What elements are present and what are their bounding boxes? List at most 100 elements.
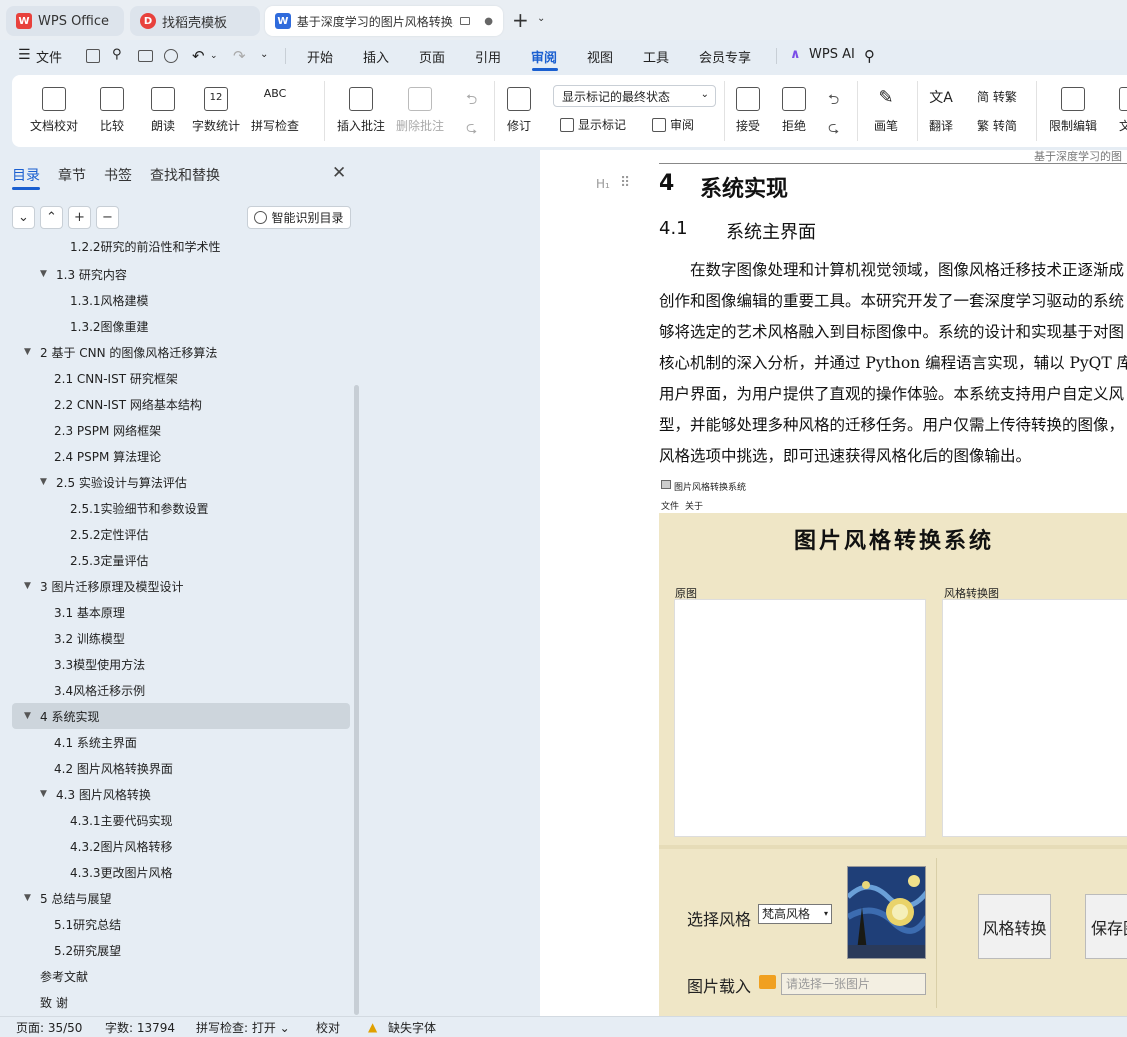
insert-comment-button[interactable]: 插入批注 (337, 87, 385, 134)
show-markup-button[interactable]: 显示标记 (560, 116, 626, 133)
menu-membership[interactable]: 会员专享 (699, 47, 751, 66)
expand-triangle-icon[interactable]: ▼ (40, 477, 52, 487)
toc-item[interactable]: 4.3.2图片风格转移 (12, 833, 350, 859)
prev-change-icon[interactable]: ⮌ (828, 89, 839, 113)
toc-item[interactable]: 3.2 训练模型 (12, 625, 350, 651)
next-change-icon[interactable]: ⮎ (828, 117, 839, 141)
menu-review[interactable]: 审阅 (531, 47, 557, 66)
accept-button[interactable]: 接受 (736, 87, 760, 134)
menu-page[interactable]: 页面 (419, 47, 445, 66)
remove-heading-button[interactable]: − (96, 206, 119, 229)
tab-toc[interactable]: 目录 (12, 165, 40, 185)
tab-find-replace[interactable]: 查找和替换 (150, 165, 220, 185)
toc-item[interactable]: 2.5.2定性评估 (12, 521, 350, 547)
reject-button[interactable]: 拒绝 (782, 87, 806, 134)
toc-item[interactable]: 1.3.1风格建模 (12, 287, 350, 313)
hamburger-icon[interactable]: ☰ (18, 47, 31, 63)
missing-font-status[interactable]: 缺失字体 (388, 1019, 436, 1036)
expand-triangle-icon[interactable]: ▼ (24, 711, 36, 721)
delete-comment-button[interactable]: 删除批注 (396, 87, 444, 134)
close-icon[interactable]: ✕ (332, 163, 346, 183)
tab-chapters[interactable]: 章节 (58, 165, 86, 185)
search-icon[interactable]: ⚲ (864, 47, 875, 65)
toc-item[interactable]: 5.1研究总结 (12, 911, 350, 937)
print-preview-icon[interactable] (164, 49, 178, 63)
undo-icon[interactable]: ↶ (192, 47, 205, 65)
toc-item[interactable]: 2.5.3定量评估 (12, 547, 350, 573)
doc-permission-button[interactable]: 文档 (1111, 87, 1127, 134)
menu-home[interactable]: 开始 (307, 47, 333, 66)
toc-item[interactable]: 4.3.1主要代码实现 (12, 807, 350, 833)
tab-wps-office[interactable]: W WPS Office (6, 6, 124, 36)
compare-button[interactable]: 比较 (100, 87, 124, 134)
save-icon[interactable] (86, 49, 100, 63)
word-count-button[interactable]: 12 字数统计 (192, 87, 240, 134)
undo-dropdown-icon[interactable]: ⌄ (210, 51, 218, 61)
translate-button[interactable]: 文A 翻译 (929, 87, 953, 134)
word-count-status[interactable]: 字数: 13794 (105, 1019, 175, 1036)
expand-triangle-icon[interactable]: ▼ (40, 269, 52, 279)
page-indicator[interactable]: 页面: 35/50 (16, 1019, 82, 1036)
tab-docer[interactable]: D 找稻壳模板 (130, 6, 260, 36)
menu-tools[interactable]: 工具 (643, 47, 669, 66)
toc-item[interactable]: 2.2 CNN-IST 网络基本结构 (12, 391, 350, 417)
toc-item[interactable]: 致 谢 (12, 989, 350, 1015)
toc-item[interactable]: 3.4风格迁移示例 (12, 677, 350, 703)
proof-status[interactable]: 校对 (316, 1019, 340, 1036)
toc-item[interactable]: 5.2研究展望 (12, 937, 350, 963)
smart-toc-button[interactable]: 智能识别目录 (247, 206, 351, 229)
print-icon[interactable] (138, 50, 153, 62)
toc-item[interactable]: 3.1 基本原理 (12, 599, 350, 625)
drag-handle-icon[interactable]: ⠿ (620, 175, 630, 191)
link-icon[interactable]: ⚲ (112, 47, 122, 62)
new-tab-plus-icon[interactable]: + (512, 8, 529, 32)
menu-insert[interactable]: 插入 (363, 47, 389, 66)
to-simplified-button[interactable]: 繁 转简 (977, 117, 1017, 134)
toc-item[interactable]: 1.3.2图像重建 (12, 313, 350, 339)
toc-item[interactable]: ▼ 1.3 研究内容 (12, 261, 350, 287)
tab-list-chevron-icon[interactable]: ⌄ (537, 13, 545, 24)
toc-item[interactable]: ▼ 3 图片迁移原理及模型设计 (12, 573, 350, 599)
toc-item[interactable]: 4.3.3更改图片风格 (12, 859, 350, 885)
next-comment-icon[interactable]: ⮎ (466, 117, 477, 141)
toc-item[interactable]: 2.4 PSPM 算法理论 (12, 443, 350, 469)
spell-check-status[interactable]: 拼写检查: 打开 ⌄ (196, 1019, 290, 1036)
read-aloud-button[interactable]: 朗读 (151, 87, 175, 134)
menu-view[interactable]: 视图 (587, 47, 613, 66)
toc-item[interactable]: 参考文献 (12, 963, 350, 989)
sidebar-scrollbar[interactable] (354, 385, 359, 1015)
revise-button[interactable]: 修订 (507, 87, 531, 134)
toc-item[interactable]: ▼ 5 总结与展望 (12, 885, 350, 911)
toc-item[interactable]: ▼ 2.5 实验设计与算法评估 (12, 469, 350, 495)
markup-mode-select[interactable]: 显示标记的最终状态 ⌄ (553, 85, 716, 107)
doc-check-button[interactable]: 文档校对 (30, 87, 78, 134)
review-pane-button[interactable]: 审阅 (652, 116, 694, 133)
tab-document[interactable]: W 基于深度学习的图片风格转换系 ● (265, 6, 503, 36)
add-heading-button[interactable]: + (68, 206, 91, 229)
menu-file[interactable]: 文件 (36, 47, 62, 66)
spell-check-button[interactable]: ABC 拼写检查 (251, 87, 299, 134)
menu-reference[interactable]: 引用 (475, 47, 501, 66)
expand-triangle-icon[interactable]: ▼ (24, 893, 36, 903)
prev-comment-icon[interactable]: ⮌ (466, 89, 477, 113)
to-traditional-button[interactable]: 简 转繁 (977, 88, 1017, 105)
toc-item[interactable]: ▼ 2 基于 CNN 的图像风格迁移算法 (12, 339, 350, 365)
restrict-edit-button[interactable]: 限制编辑 (1049, 87, 1097, 134)
toc-item[interactable]: 1.2.2研究的前沿性和学术性 (12, 241, 350, 255)
collapse-all-button[interactable]: ⌄ (12, 206, 35, 229)
toc-item[interactable]: 2.3 PSPM 网络框架 (12, 417, 350, 443)
toc-item[interactable]: 2.5.1实验细节和参数设置 (12, 495, 350, 521)
toc-item[interactable]: 2.1 CNN-IST 研究框架 (12, 365, 350, 391)
expand-triangle-icon[interactable]: ▼ (40, 789, 52, 799)
toc-item[interactable]: 3.3模型使用方法 (12, 651, 350, 677)
expand-up-button[interactable]: ⌃ (40, 206, 63, 229)
pen-button[interactable]: ✎ 画笔 (874, 87, 898, 134)
toc-item[interactable]: ▼ 4 系统实现 (12, 703, 350, 729)
toc-item[interactable]: ▼ 4.3 图片风格转换 (12, 781, 350, 807)
tab-bookmarks[interactable]: 书签 (104, 165, 132, 185)
menu-wps-ai[interactable]: WPS AI (809, 47, 855, 62)
redo-icon[interactable]: ↷ (233, 47, 246, 65)
expand-triangle-icon[interactable]: ▼ (24, 347, 36, 357)
more-chevron-icon[interactable]: ⌄ (260, 49, 268, 60)
toc-item[interactable]: 4.1 系统主界面 (12, 729, 350, 755)
